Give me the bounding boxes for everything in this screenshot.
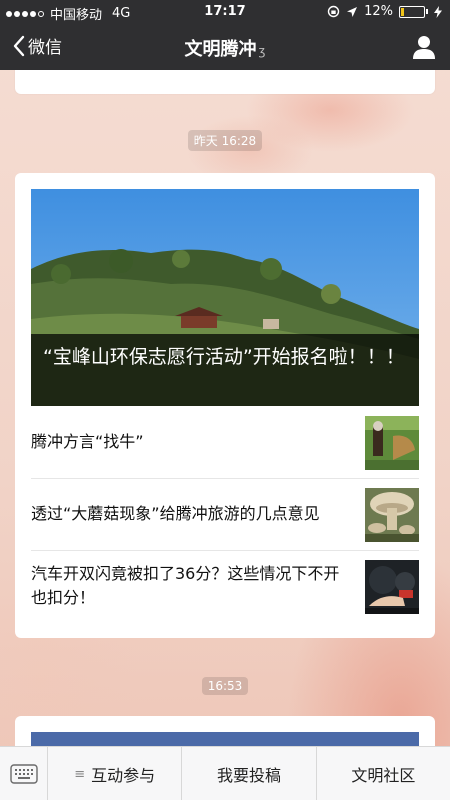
menu-interaction[interactable]: ≡ 互动参与: [48, 747, 183, 800]
keyboard-icon: [9, 764, 38, 784]
message-timestamp: 昨天 16:28: [0, 130, 450, 151]
next-article-card[interactable]: [15, 716, 435, 746]
article-item[interactable]: 汽车开双闪竟被扣了36分？这些情况下不开也扣分！: [31, 550, 419, 622]
submenu-lines-icon: ≡: [74, 766, 86, 782]
battery-icon: [399, 5, 425, 18]
menu-label: 文明社区: [351, 766, 416, 785]
previous-article-card[interactable]: [15, 70, 435, 94]
article-group-card: “宝峰山环保志愿行活动”开始报名啦！！！ 腾冲方言“找牛” 透过“大蘑菇现象”给…: [15, 173, 435, 638]
menu-submit[interactable]: 我要投稿: [182, 747, 317, 800]
earpiece-icon: ʒ: [258, 44, 266, 58]
status-bar: 中国移动 4G 17:17 12%: [0, 0, 450, 24]
headline-title: “宝峰山环保志愿行活动”开始报名啦！！！: [31, 334, 419, 406]
message-timestamp: 16:53: [0, 675, 450, 695]
timestamp-label: 16:53: [201, 677, 249, 695]
page-title-text: 文明腾冲: [184, 39, 257, 60]
article-title: 透过“大蘑菇现象”给腾冲旅游的几点意见: [31, 504, 320, 523]
battery-tip: [426, 9, 428, 14]
article-title: 汽车开双闪竟被扣了36分？这些情况下不开也扣分！: [31, 564, 340, 607]
location-arrow-icon: [347, 6, 358, 17]
keyboard-toggle-button[interactable]: [0, 747, 48, 800]
message-feed[interactable]: 昨天 16:28 “宝峰山环保志愿行活动”开始报名啦！！！ 腾冲方言“找牛” 透…: [0, 70, 450, 746]
official-account-menu: ≡ 互动参与 我要投稿 文明社区: [0, 746, 450, 800]
timestamp-label: 昨天 16:28: [187, 130, 263, 151]
status-right: 12%: [327, 4, 442, 19]
mushroom-photo-thumbnail: [365, 488, 419, 542]
article-title: 腾冲方言“找牛”: [31, 432, 144, 451]
field-photo-thumbnail: [365, 416, 419, 470]
next-article-image: [31, 732, 419, 746]
battery-percent: 12%: [364, 4, 393, 19]
article-item[interactable]: 腾冲方言“找牛”: [31, 406, 419, 478]
menu-label: 互动参与: [91, 766, 156, 785]
charging-bolt-icon: [434, 5, 442, 18]
page-title: 文明腾冲 ʒ: [0, 35, 450, 61]
menu-label: 我要投稿: [216, 766, 281, 785]
car-dashboard-thumbnail: [365, 560, 419, 614]
article-item[interactable]: 透过“大蘑菇现象”给腾冲旅游的几点意见: [31, 478, 419, 550]
orientation-lock-icon: [327, 5, 340, 18]
profile-icon[interactable]: [412, 34, 436, 60]
headline-article[interactable]: “宝峰山环保志愿行活动”开始报名啦！！！: [31, 189, 419, 406]
menu-community[interactable]: 文明社区: [317, 747, 450, 800]
battery-fill: [401, 7, 404, 16]
navigation-bar: 微信 文明腾冲 ʒ: [0, 24, 450, 70]
